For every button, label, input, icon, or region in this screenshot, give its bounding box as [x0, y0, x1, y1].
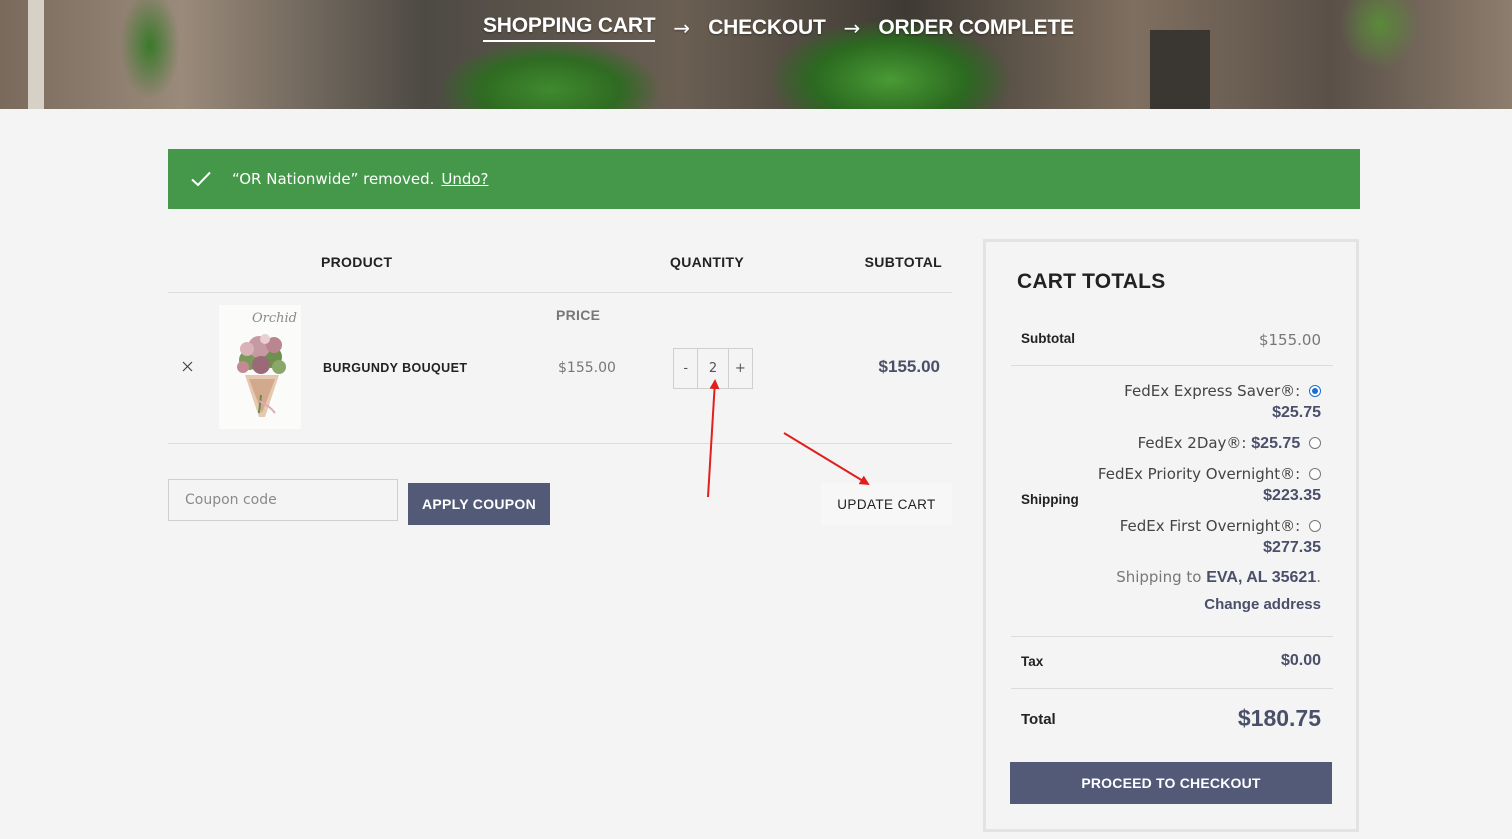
hero-decoration	[28, 0, 44, 109]
shipping-option-name: FedEx Express Saver®:	[1124, 382, 1301, 400]
step-order-complete: ORDER COMPLETE	[878, 16, 1074, 39]
shipping-radio-priority-overnight[interactable]	[1309, 468, 1321, 480]
hero-decoration	[1340, 0, 1420, 70]
shipping-option-first-overnight[interactable]: FedEx First Overnight®: $277.35	[1071, 516, 1321, 558]
totals-tax-row: Tax $0.00	[1011, 637, 1333, 689]
apply-coupon-button[interactable]: APPLY COUPON	[408, 483, 550, 525]
close-icon[interactable]	[180, 359, 194, 373]
total-label: Total	[1021, 711, 1056, 728]
shipping-option-priority-overnight[interactable]: FedEx Priority Overnight®: $223.35	[1071, 464, 1321, 506]
proceed-to-checkout-button[interactable]: PROCEED TO CHECKOUT	[1010, 762, 1332, 804]
cart-actions: APPLY COUPON UPDATE CART	[168, 444, 952, 544]
quantity-input[interactable]: 2	[697, 349, 729, 388]
shipping-radio-express-saver[interactable]	[1309, 385, 1321, 397]
quantity-decrease-button[interactable]: -	[674, 349, 697, 388]
header-product: PRODUCT	[321, 254, 393, 270]
tax-value: $0.00	[1280, 652, 1321, 669]
total-value: $180.75	[1237, 705, 1321, 731]
header-subtotal: SUBTOTAL	[864, 254, 942, 270]
quantity-stepper: - 2 +	[673, 348, 753, 389]
totals-subtotal-row: Subtotal $155.00	[1011, 314, 1333, 366]
cart-table-header: PRODUCT PRICE QUANTITY SUBTOTAL	[168, 240, 952, 323]
hero-decoration	[1150, 30, 1210, 109]
shipping-option-name: FedEx 2Day®:	[1137, 434, 1247, 452]
shipping-option-name: FedEx Priority Overnight®:	[1097, 465, 1301, 483]
shipping-option-price: $25.75	[1272, 404, 1321, 421]
shipping-to-place: EVA, AL 35621	[1206, 569, 1317, 586]
tax-label: Tax	[1021, 654, 1044, 669]
totals-shipping-row: Shipping FedEx Express Saver®: $25.75 Fe…	[1011, 366, 1333, 637]
step-arrow-icon: →	[843, 16, 861, 40]
subtotal-value: $155.00	[1258, 331, 1321, 349]
undo-link[interactable]: Undo?	[441, 170, 488, 188]
removed-notice: “OR Nationwide” removed. Undo?	[168, 149, 1360, 209]
product-image-script: Orchid	[251, 311, 297, 326]
step-checkout[interactable]: CHECKOUT	[708, 16, 826, 40]
cart-table: PRODUCT PRICE QUANTITY SUBTOTAL Orchid B…	[168, 240, 952, 544]
shipping-options: FedEx Express Saver®: $25.75 FedEx 2Day®…	[1071, 381, 1321, 613]
product-thumbnail[interactable]: Orchid	[219, 305, 301, 429]
product-name-link[interactable]: BURGUNDY BOUQUET	[323, 361, 467, 375]
hero-decoration	[440, 40, 660, 109]
shipping-destination: Shipping to EVA, AL 35621.	[1071, 568, 1321, 587]
header-quantity: QUANTITY	[670, 254, 744, 270]
step-arrow-icon: →	[673, 16, 691, 40]
shipping-to-suffix: .	[1316, 568, 1321, 586]
shipping-radio-first-overnight[interactable]	[1309, 520, 1321, 532]
shipping-option-name: FedEx First Overnight®:	[1119, 517, 1301, 535]
item-subtotal: $155.00	[878, 357, 940, 376]
cart-item-row: Orchid BURGUNDY BOUQUET $155.00 - 2 + $1…	[168, 293, 952, 444]
checkmark-icon	[190, 168, 212, 190]
step-shopping-cart[interactable]: SHOPPING CART	[483, 14, 656, 42]
cart-totals-title: CART TOTALS	[1017, 270, 1166, 293]
change-address-link[interactable]: Change address	[1071, 596, 1321, 613]
shipping-option-express-saver[interactable]: FedEx Express Saver®: $25.75	[1071, 381, 1321, 423]
subtotal-label: Subtotal	[1021, 331, 1075, 346]
product-price: $155.00	[558, 360, 616, 376]
totals-total-row: Total $180.75	[1011, 689, 1333, 749]
shipping-option-price: $277.35	[1263, 539, 1321, 556]
coupon-code-input[interactable]	[168, 479, 398, 521]
hero-decoration	[120, 0, 180, 100]
notice-message: “OR Nationwide” removed.	[232, 170, 435, 188]
shipping-option-2day[interactable]: FedEx 2Day®: $25.75	[1071, 433, 1321, 454]
shipping-radio-2day[interactable]	[1309, 437, 1321, 449]
shipping-option-price: $25.75	[1251, 435, 1301, 452]
cart-totals-panel: CART TOTALS Subtotal $155.00 Shipping Fe…	[983, 239, 1359, 832]
update-cart-button[interactable]: UPDATE CART	[821, 483, 952, 525]
checkout-steps: SHOPPING CART → CHECKOUT → ORDER COMPLET…	[483, 14, 1074, 42]
shipping-option-price: $223.35	[1263, 487, 1321, 504]
quantity-increase-button[interactable]: +	[729, 349, 752, 388]
hero-banner: SHOPPING CART → CHECKOUT → ORDER COMPLET…	[0, 0, 1512, 109]
shipping-to-prefix: Shipping to	[1116, 568, 1202, 586]
